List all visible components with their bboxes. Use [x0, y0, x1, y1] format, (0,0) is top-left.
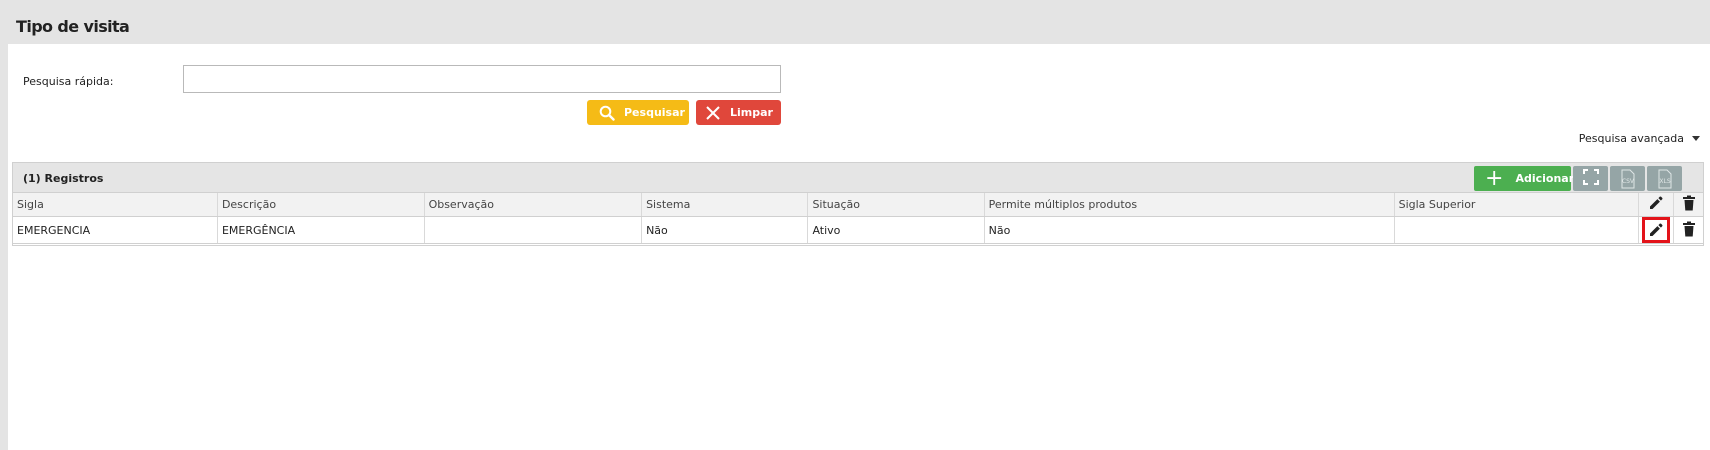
quick-search-input[interactable]: [183, 65, 781, 93]
page-title: Tipo de visita: [16, 17, 130, 36]
search-icon: [599, 105, 615, 121]
clear-button[interactable]: Limpar: [696, 100, 781, 125]
cell-delete: [1673, 216, 1703, 244]
export-xls-button[interactable]: XLS: [1647, 166, 1682, 191]
main-panel: Pesquisa rápida: Pesquisar Limpar Pesqui…: [8, 44, 1710, 450]
xls-icon: XLS: [1658, 169, 1671, 188]
column-header-descricao[interactable]: Descrição: [217, 193, 425, 217]
cell-sigla: EMERGENCIA: [13, 216, 218, 244]
column-header-sigla[interactable]: Sigla: [13, 193, 218, 217]
cell-permite-multiplos: Não: [984, 216, 1395, 244]
plus-icon: +: [1485, 165, 1504, 191]
close-icon: [705, 105, 721, 121]
advanced-search-toggle[interactable]: Pesquisa avançada: [1579, 132, 1700, 145]
table-header-row: Sigla Descrição Observação Sistema Situa…: [13, 193, 1703, 217]
add-button[interactable]: + Adicionar: [1474, 165, 1575, 191]
expand-icon: [1582, 169, 1599, 188]
cell-descricao: EMERGÊNCIA: [217, 216, 425, 244]
cell-observacao: [424, 216, 643, 244]
column-header-sigla-superior[interactable]: Sigla Superior: [1394, 193, 1640, 217]
column-header-permite-multiplos[interactable]: Permite múltiplos produtos: [984, 193, 1395, 217]
trash-icon: [1682, 221, 1695, 236]
cell-sistema: Não: [641, 216, 809, 244]
quick-search-label: Pesquisa rápida:: [23, 75, 114, 88]
page-header: Tipo de visita: [0, 0, 1710, 44]
export-csv-button[interactable]: CSV: [1610, 166, 1645, 191]
column-header-sistema[interactable]: Sistema: [641, 193, 809, 217]
edit-row-button[interactable]: [1642, 217, 1671, 243]
cell-situacao: Ativo: [807, 216, 985, 244]
caret-down-icon: [1692, 135, 1700, 141]
trash-icon: [1682, 195, 1696, 211]
table-row[interactable]: EMERGENCIA EMERGÊNCIA Não Ativo Não: [13, 216, 1703, 244]
clear-button-label: Limpar: [730, 106, 773, 119]
xls-label: XLS: [1659, 178, 1670, 185]
advanced-search-label: Pesquisa avançada: [1578, 132, 1684, 145]
delete-row-button[interactable]: [1682, 221, 1696, 237]
records-count: (1) Registros: [23, 172, 104, 185]
fullscreen-button[interactable]: [1573, 166, 1608, 191]
header-edit-column: [1638, 193, 1675, 217]
cell-edit: [1638, 216, 1675, 244]
search-button-label: Pesquisar: [624, 106, 685, 119]
records-grid: (1) Registros + Adicionar CSV XLS Sigla …: [12, 162, 1704, 246]
header-delete-column: [1673, 193, 1703, 217]
edit-icon: [1650, 223, 1663, 236]
cell-sigla-superior: [1394, 216, 1640, 244]
add-button-label: Adicionar: [1515, 172, 1575, 185]
column-header-observacao[interactable]: Observação: [424, 193, 643, 217]
csv-icon: CSV: [1621, 169, 1634, 188]
column-header-situacao[interactable]: Situação: [807, 193, 985, 217]
edit-icon: [1648, 195, 1664, 211]
records-table: Sigla Descrição Observação Sistema Situa…: [13, 193, 1703, 244]
grid-toolbar: (1) Registros + Adicionar CSV XLS: [13, 163, 1703, 193]
csv-label: CSV: [1621, 178, 1634, 185]
search-button[interactable]: Pesquisar: [587, 100, 689, 125]
